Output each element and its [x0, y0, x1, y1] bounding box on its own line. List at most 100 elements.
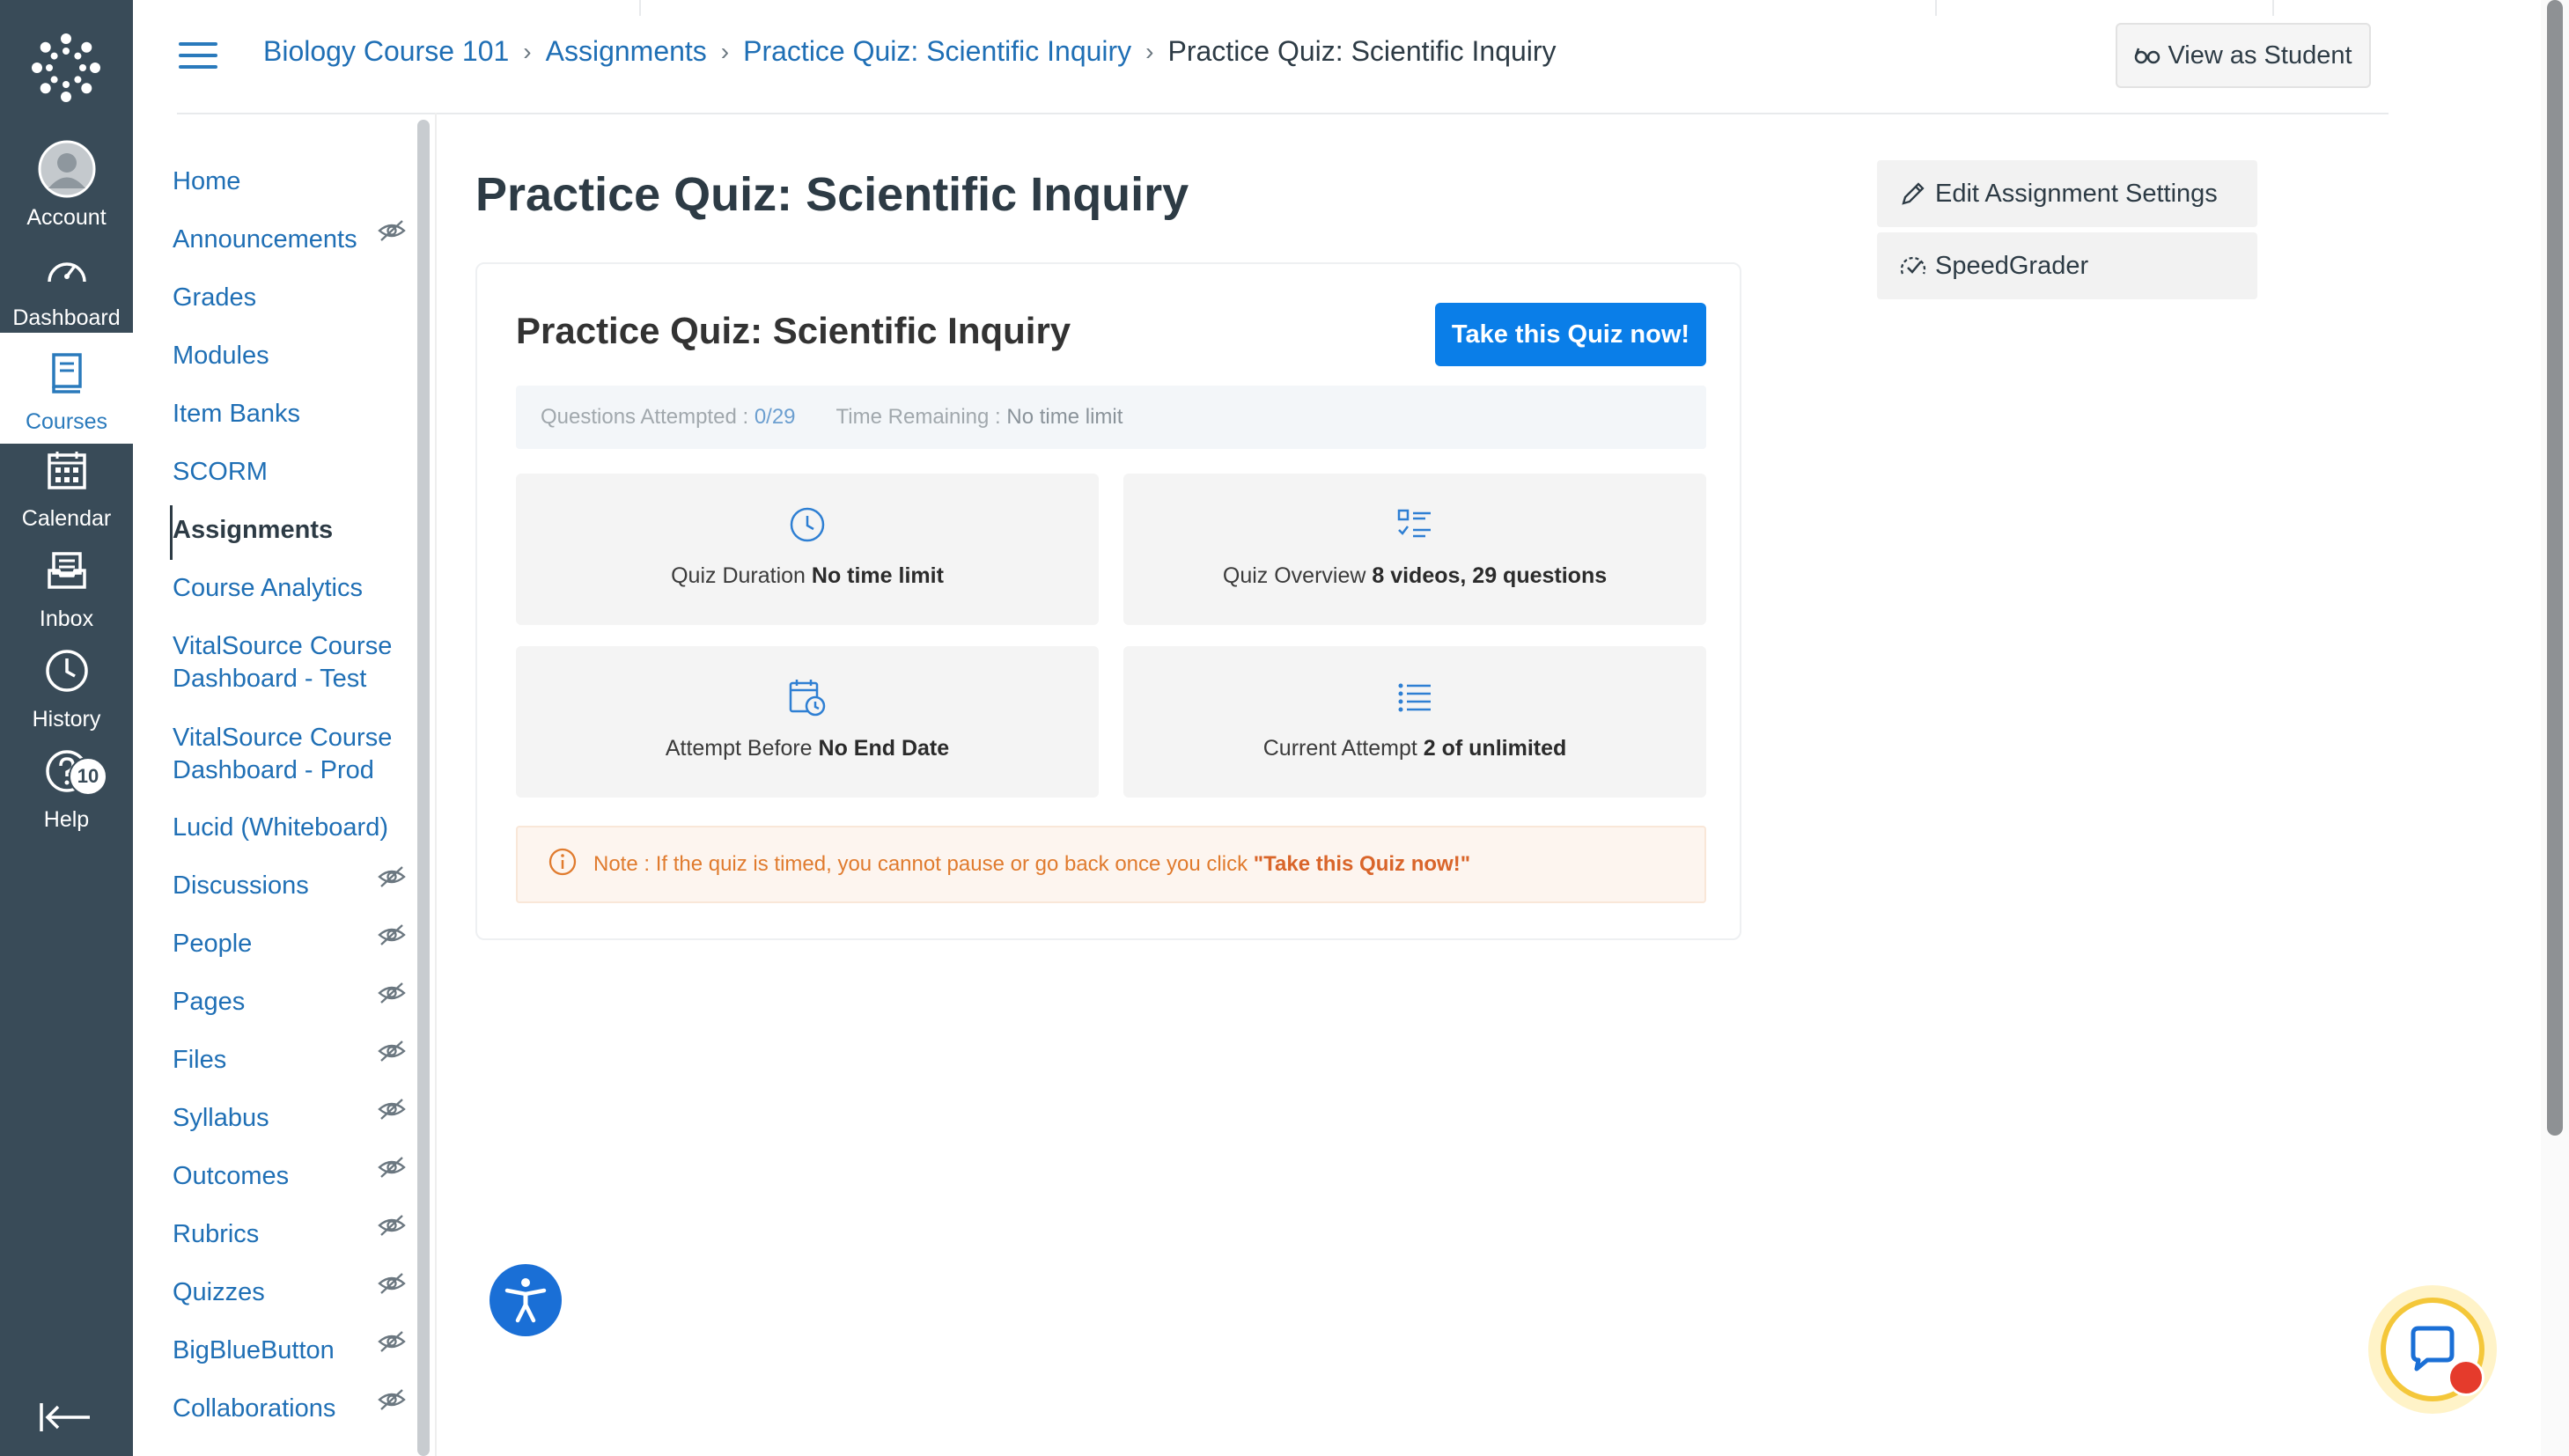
course-nav-vitalsource-prod[interactable]: VitalSource Course Dashboard - Prod	[173, 722, 410, 787]
speedgrader-label: SpeedGrader	[1935, 251, 2089, 280]
course-nav-home[interactable]: Home	[173, 165, 410, 198]
divider	[639, 0, 641, 16]
course-nav-people[interactable]: People	[173, 924, 410, 960]
quiz-overview-value: 8 videos, 29 questions	[1372, 563, 1608, 588]
course-nav-discussions[interactable]: Discussions	[173, 866, 410, 902]
global-nav-label: Help	[43, 807, 90, 832]
course-nav-outcomes[interactable]: Outcomes	[173, 1157, 410, 1193]
current-attempt-value: 2 of unlimited	[1423, 736, 1567, 761]
quiz-status-bar: Questions Attempted : 0/29 Time Remainin…	[516, 386, 1706, 449]
global-nav-calendar[interactable]: Calendar	[0, 433, 133, 532]
calendar-icon	[38, 441, 96, 499]
time-remaining-value: No time limit	[1006, 405, 1123, 429]
view-as-student-label: View as Student	[2168, 40, 2352, 70]
hidden-eye-icon	[378, 1273, 406, 1294]
courses-book-icon	[38, 344, 96, 402]
chevron-right-icon: ›	[720, 37, 730, 65]
page-scrollbar-thumb[interactable]	[2547, 0, 2563, 1136]
hamburger-menu-icon[interactable]	[179, 42, 217, 72]
edit-assignment-settings-button[interactable]: Edit Assignment Settings	[1877, 160, 2257, 227]
edit-assignment-settings-label: Edit Assignment Settings	[1935, 179, 2218, 208]
breadcrumb: Biology Course 101 › Assignments › Pract…	[263, 35, 1557, 68]
note-emphasis: "Take this Quiz now!"	[1253, 852, 1471, 876]
hidden-eye-icon	[378, 1389, 406, 1410]
hidden-eye-icon	[378, 866, 406, 887]
global-nav-label: Calendar	[21, 506, 112, 531]
quiz-duration-value: No time limit	[811, 563, 944, 588]
quiz-duration-tile: Quiz Duration No time limit	[516, 474, 1099, 625]
course-nav-item-banks[interactable]: Item Banks	[173, 398, 410, 430]
page-header: Biology Course 101 › Assignments › Pract…	[133, 0, 2389, 114]
chat-button[interactable]	[2368, 1285, 2497, 1414]
attempt-before-tile: Attempt Before No End Date	[516, 646, 1099, 798]
hidden-eye-icon	[378, 982, 406, 1004]
quiz-card: Practice Quiz: Scientific Inquiry Take t…	[475, 262, 1741, 940]
course-nav-scrollbar[interactable]	[417, 120, 430, 1456]
global-nav-label: Dashboard	[12, 305, 121, 330]
inbox-icon	[38, 541, 96, 599]
note-text: Note : If the quiz is timed, you cannot …	[593, 852, 1254, 876]
hidden-eye-icon	[378, 1157, 406, 1178]
breadcrumb-assignments[interactable]: Assignments	[546, 35, 707, 68]
divider	[2272, 0, 2274, 16]
clock-icon	[38, 642, 96, 700]
global-nav-inbox[interactable]: Inbox	[0, 533, 133, 632]
hidden-eye-icon	[378, 1215, 406, 1236]
course-nav-bigbluebutton[interactable]: BigBlueButton	[173, 1331, 410, 1367]
global-nav-label: History	[32, 707, 101, 732]
course-nav-modules[interactable]: Modules	[173, 340, 410, 372]
current-attempt-tile: Current Attempt 2 of unlimited	[1123, 646, 1706, 798]
pencil-icon	[1902, 182, 1925, 205]
glasses-icon	[2135, 48, 2160, 64]
canvas-logo-icon[interactable]	[30, 32, 102, 104]
course-nav-course-analytics[interactable]: Course Analytics	[173, 572, 410, 605]
timed-quiz-note: Note : If the quiz is timed, you cannot …	[516, 826, 1706, 903]
course-nav-announcements[interactable]: Announcements	[173, 220, 410, 256]
help-badge: 10	[69, 757, 107, 796]
accessibility-person-icon	[504, 1278, 547, 1323]
course-nav-lucid[interactable]: Lucid (Whiteboard)	[173, 812, 410, 844]
accessibility-button[interactable]	[490, 1264, 562, 1336]
collapse-nav-icon[interactable]	[39, 1400, 93, 1435]
global-nav: Account Dashboard Courses Calendar Inbox…	[0, 0, 133, 1456]
calendar-clock-icon	[789, 676, 826, 718]
view-as-student-button[interactable]: View as Student	[2116, 23, 2371, 88]
chat-notification-dot	[2448, 1359, 2484, 1396]
checklist-icon	[1397, 504, 1432, 546]
speedgrader-button[interactable]: SpeedGrader	[1877, 232, 2257, 299]
course-nav-quizzes[interactable]: Quizzes	[173, 1273, 410, 1309]
list-icon	[1397, 676, 1432, 718]
global-nav-label: Inbox	[39, 607, 94, 631]
course-nav-collaborations[interactable]: Collaborations	[173, 1389, 410, 1425]
course-nav-pages[interactable]: Pages	[173, 982, 410, 1018]
breadcrumb-course[interactable]: Biology Course 101	[263, 35, 509, 68]
info-icon	[548, 847, 578, 883]
divider	[435, 113, 437, 1456]
take-quiz-button[interactable]: Take this Quiz now!	[1435, 303, 1706, 366]
breadcrumb-quiz[interactable]: Practice Quiz: Scientific Inquiry	[743, 35, 1131, 68]
chevron-right-icon: ›	[523, 37, 532, 65]
quiz-overview-tile: Quiz Overview 8 videos, 29 questions	[1123, 474, 1706, 625]
course-nav-vitalsource-test[interactable]: VitalSource Course Dashboard - Test	[173, 630, 410, 695]
chevron-right-icon: ›	[1145, 37, 1154, 65]
global-nav-history[interactable]: History	[0, 634, 133, 732]
hidden-eye-icon	[378, 1099, 406, 1120]
breadcrumb-current: Practice Quiz: Scientific Inquiry	[1167, 35, 1557, 67]
global-nav-help[interactable]: Help 10	[0, 734, 133, 833]
clock-icon	[789, 504, 826, 546]
divider	[1935, 0, 1937, 16]
course-nav-grades[interactable]: Grades	[173, 282, 410, 314]
course-nav-scorm[interactable]: SCORM	[173, 456, 410, 489]
global-nav-dashboard[interactable]: Dashboard	[0, 232, 133, 331]
course-nav-rubrics[interactable]: Rubrics	[173, 1215, 410, 1251]
course-nav-files[interactable]: Files	[173, 1041, 410, 1077]
dashboard-gauge-icon	[38, 240, 96, 298]
time-remaining: Time Remaining : No time limit	[835, 405, 1123, 429]
global-nav-courses[interactable]: Courses	[0, 333, 133, 444]
quiz-title: Practice Quiz: Scientific Inquiry	[516, 310, 1071, 351]
course-nav-assignments[interactable]: Assignments	[173, 514, 410, 547]
hidden-eye-icon	[378, 220, 406, 241]
global-nav-account[interactable]: Account	[0, 132, 133, 231]
hidden-eye-icon	[378, 1331, 406, 1352]
course-nav-syllabus[interactable]: Syllabus	[173, 1099, 410, 1135]
